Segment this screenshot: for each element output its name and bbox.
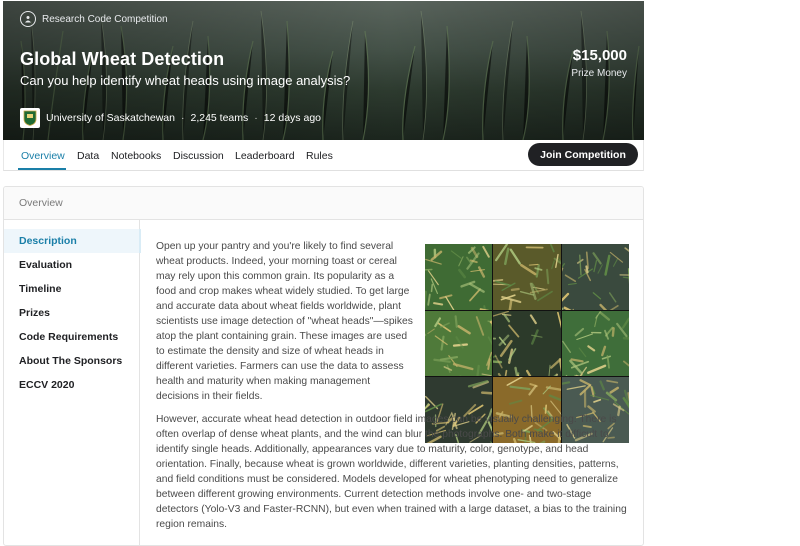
competition-subtitle: Can you help identify wheat heads using …	[20, 73, 350, 88]
competition-type: Research Code Competition	[20, 11, 168, 27]
tab-leaderboard[interactable]: Leaderboard	[235, 150, 295, 162]
description-paragraph: Open up your pantry and you're likely to…	[156, 239, 414, 404]
tab-notebooks[interactable]: Notebooks	[111, 150, 161, 162]
join-competition-button[interactable]: Join Competition	[528, 143, 638, 166]
posted-time: 12 days ago	[264, 112, 321, 124]
sidenav-item-evaluation[interactable]: Evaluation	[19, 259, 72, 271]
team-count[interactable]: 2,245 teams	[190, 112, 248, 124]
active-tab-indicator	[18, 168, 66, 170]
competition-tabs: Overview Data Notebooks Discussion Leade…	[3, 140, 644, 171]
shield-icon	[23, 110, 37, 126]
host-name[interactable]: University of Saskatchewan	[46, 112, 175, 124]
competition-title: Global Wheat Detection	[20, 49, 224, 70]
description-content: Open up your pantry and you're likely to…	[156, 239, 631, 532]
prize-info: $15,000 Prize Money	[571, 47, 627, 79]
description-paragraph: However, accurate wheat head detection i…	[156, 412, 631, 532]
tab-rules[interactable]: Rules	[306, 150, 333, 162]
tab-overview[interactable]: Overview	[21, 150, 65, 162]
prize-amount: $15,000	[571, 47, 627, 64]
host-logo[interactable]	[20, 108, 40, 128]
competition-header: Research Code Competition Global Wheat D…	[3, 1, 644, 140]
sidenav-item-sponsors[interactable]: About The Sponsors	[19, 355, 122, 367]
competition-type-label: Research Code Competition	[42, 14, 168, 25]
overview-panel: Overview Description Evaluation Timeline…	[3, 186, 644, 546]
sidenav-item-code-requirements[interactable]: Code Requirements	[19, 331, 118, 343]
sidenav-item-eccv[interactable]: ECCV 2020	[19, 379, 74, 391]
sidenav-item-timeline[interactable]: Timeline	[19, 283, 61, 295]
prize-label: Prize Money	[571, 68, 627, 79]
overview-sidenav: Description Evaluation Timeline Prizes C…	[4, 219, 140, 546]
panel-header: Overview	[4, 187, 643, 220]
tab-discussion[interactable]: Discussion	[173, 150, 224, 162]
host-info: University of Saskatchewan · 2,245 teams…	[20, 108, 321, 128]
sidenav-item-prizes[interactable]: Prizes	[19, 307, 50, 319]
tab-data[interactable]: Data	[77, 150, 99, 162]
sidenav-item-description[interactable]: Description	[19, 235, 77, 247]
research-icon	[20, 11, 36, 27]
